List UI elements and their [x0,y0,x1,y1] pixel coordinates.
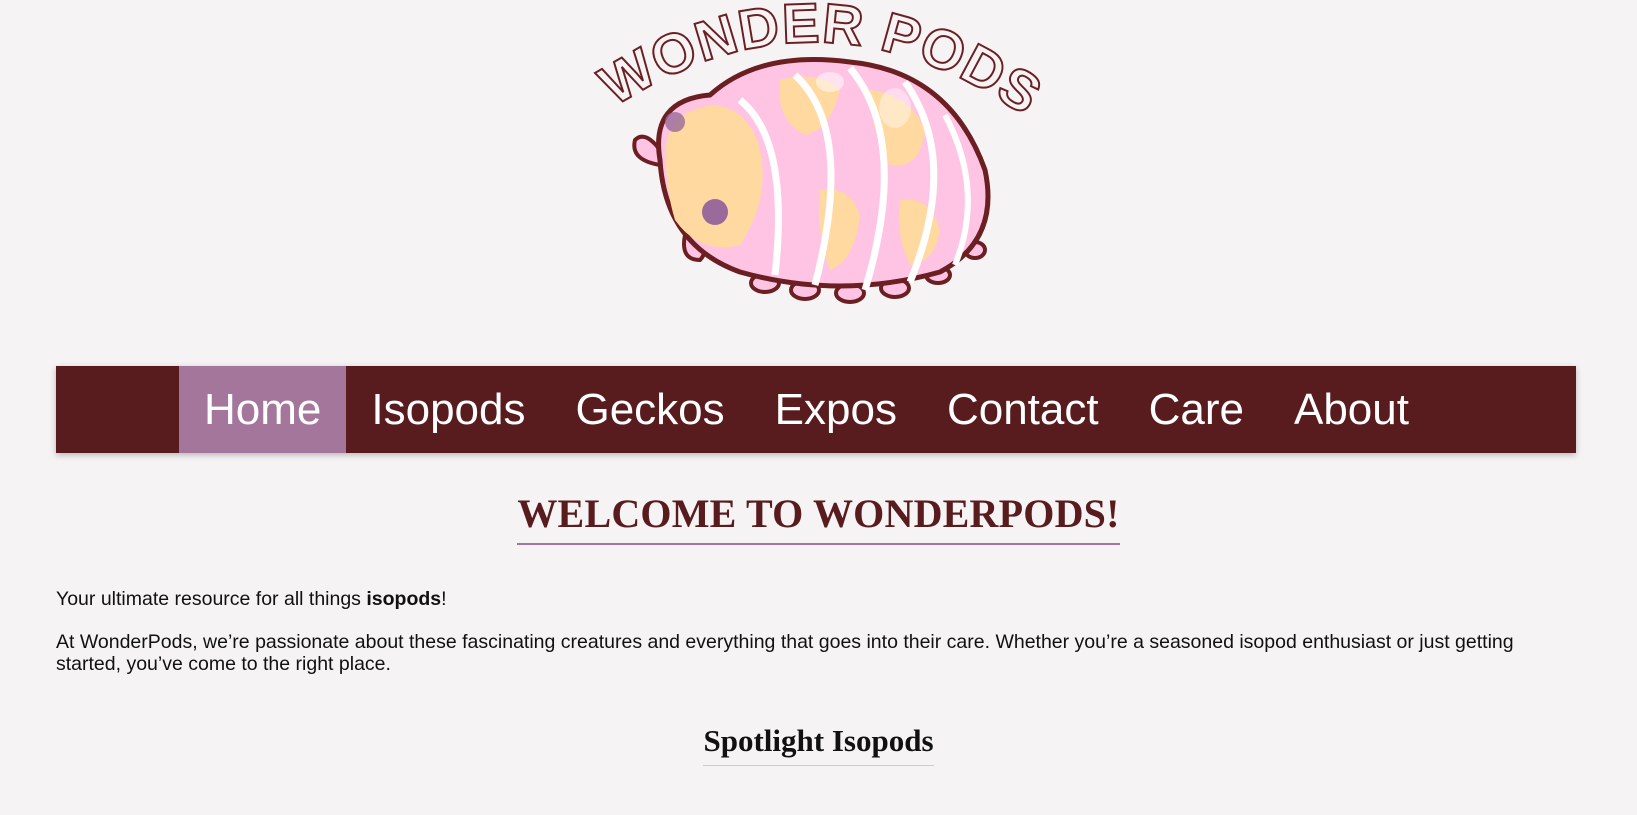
welcome-section: WELCOME TO WONDERPODS! [0,490,1637,545]
spotlight-title: Spotlight Isopods [703,723,934,766]
intro-line: Your ultimate resource for all things is… [56,588,1576,610]
nav-item-about[interactable]: About [1269,366,1434,453]
site-header: WONDER PODS [0,0,1637,330]
nav-item-expos[interactable]: Expos [750,366,922,453]
intro-prefix: Your ultimate resource for all things [56,588,367,610]
nav-item-care[interactable]: Care [1124,366,1269,453]
page-title: WELCOME TO WONDERPODS! [517,490,1120,545]
nav-item-geckos[interactable]: Geckos [550,366,749,453]
nav-item-contact[interactable]: Contact [922,366,1124,453]
nav-item-home[interactable]: Home [179,366,347,453]
spotlight-section: Spotlight Isopods [0,723,1637,766]
intro-section: Your ultimate resource for all things is… [56,588,1576,696]
nav-item-isopods[interactable]: Isopods [346,366,550,453]
intro-suffix: ! [441,588,447,610]
wonder-pods-logo[interactable]: WONDER PODS [590,0,1050,310]
intro-paragraph: At WonderPods, we’re passionate about th… [56,631,1514,675]
main-navigation: Home Isopods Geckos Expos Contact Care A… [56,366,1576,453]
isopod-icon [632,56,991,304]
intro-bold-word: isopods [366,588,442,610]
